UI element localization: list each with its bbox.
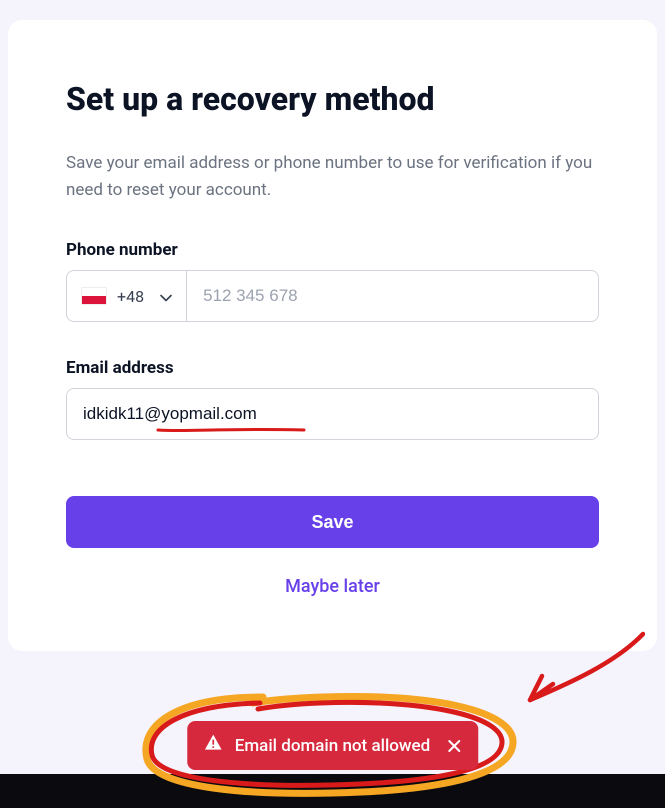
phone-label: Phone number bbox=[66, 240, 599, 260]
phone-row: +48 bbox=[66, 270, 599, 322]
email-label: Email address bbox=[66, 358, 599, 378]
country-code-select[interactable]: +48 bbox=[66, 270, 187, 322]
close-icon[interactable] bbox=[446, 738, 462, 754]
email-group: Email address bbox=[66, 358, 599, 440]
recovery-card: Set up a recovery method Save your email… bbox=[8, 20, 657, 651]
email-field[interactable] bbox=[66, 388, 599, 440]
page-subtitle: Save your email address or phone number … bbox=[66, 150, 599, 204]
toast-message: Email domain not allowed bbox=[235, 736, 430, 756]
save-button[interactable]: Save bbox=[66, 496, 599, 548]
page-title: Set up a recovery method bbox=[66, 80, 599, 118]
maybe-later-link[interactable]: Maybe later bbox=[66, 576, 599, 597]
bottom-bar bbox=[0, 774, 665, 808]
error-toast: Email domain not allowed bbox=[187, 721, 478, 770]
phone-input[interactable] bbox=[187, 270, 599, 322]
chevron-down-icon bbox=[160, 287, 172, 306]
warning-icon bbox=[203, 733, 223, 758]
dial-code: +48 bbox=[117, 287, 144, 306]
flag-icon bbox=[81, 287, 107, 305]
